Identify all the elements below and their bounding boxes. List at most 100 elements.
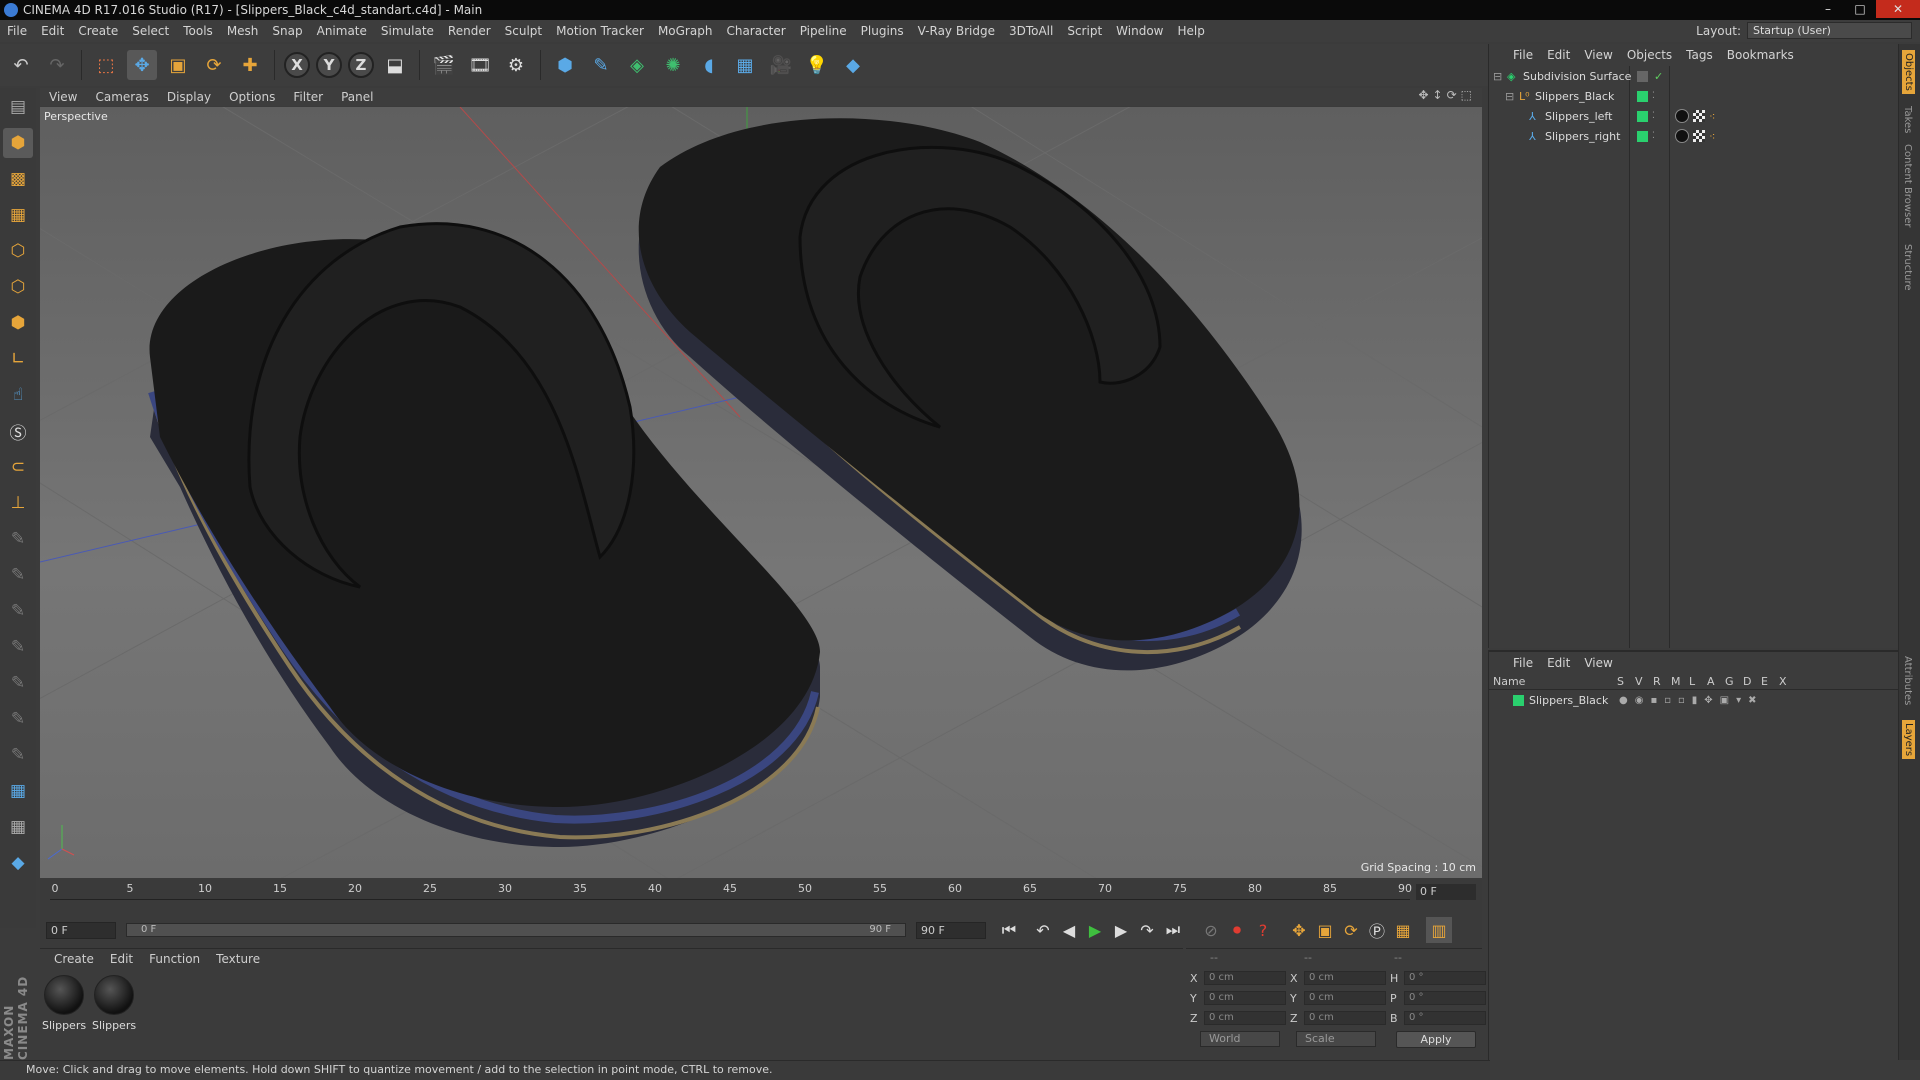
minimize-button[interactable]: – (1812, 0, 1844, 18)
sculpt-flatten-icon[interactable]: ✎ (3, 632, 33, 662)
layer-color-swatch[interactable] (1637, 90, 1648, 102)
layer-row[interactable]: Slippers_Black ●◉▪▫▫▮✥▣▾✖ (1489, 690, 1898, 710)
objects-menu-objects[interactable]: Objects (1627, 48, 1672, 62)
material-menu-texture[interactable]: Texture (216, 952, 260, 966)
objects-menu-tags[interactable]: Tags (1686, 48, 1713, 62)
render-view-icon[interactable]: 🎬 (429, 50, 459, 80)
objects-menu-file[interactable]: File (1513, 48, 1533, 62)
object-row[interactable]: ⅄ Slippers_left ⁚ ⁖ (1489, 106, 1898, 126)
position-z-field[interactable]: 0 cm (1204, 1011, 1286, 1025)
previous-key-icon[interactable]: ↶ (1030, 917, 1056, 943)
objects-menu-edit[interactable]: Edit (1547, 48, 1570, 62)
record-active-objects-icon[interactable]: ⊘ (1198, 917, 1224, 943)
key-rotation-icon[interactable]: ⟳ (1338, 917, 1364, 943)
key-pla-icon[interactable]: ▦ (1390, 917, 1416, 943)
key-parameter-icon[interactable]: Ⓟ (1364, 917, 1390, 943)
layer-color-swatch[interactable] (1637, 130, 1648, 142)
rotate-tool-icon[interactable]: ⟳ (199, 50, 229, 80)
viewport-menu-filter[interactable]: Filter (284, 90, 332, 104)
model-mode-icon[interactable]: ⬢ (3, 128, 33, 158)
coordinate-system-icon[interactable]: ⬓ (380, 50, 410, 80)
polygons-mode-icon[interactable]: ⬢ (3, 308, 33, 338)
menu-sculpt[interactable]: Sculpt (498, 20, 549, 42)
timeline-window-icon[interactable]: ▥ (1426, 917, 1452, 943)
menu-window[interactable]: Window (1109, 20, 1170, 42)
deformer-icon[interactable]: ◖ (694, 50, 724, 80)
menu-simulate[interactable]: Simulate (374, 20, 441, 42)
menu-character[interactable]: Character (719, 20, 792, 42)
rotation-h-field[interactable]: 0 ° (1404, 971, 1486, 985)
layer-color-swatch[interactable] (1637, 110, 1648, 122)
apply-button[interactable]: Apply (1396, 1031, 1476, 1048)
objects-menu-view[interactable]: View (1584, 48, 1612, 62)
add-tool-icon[interactable]: ✚ (235, 50, 265, 80)
solo-mode-icon[interactable]: Ⓢ (3, 416, 33, 446)
viewport-3d[interactable]: Perspective Grid Spacing : 10 cm (40, 107, 1482, 878)
previous-frame-icon[interactable]: ◀ (1056, 917, 1082, 943)
menu-render[interactable]: Render (441, 20, 498, 42)
viewport-menu-panel[interactable]: Panel (332, 90, 382, 104)
floor-icon[interactable]: ▦ (730, 50, 760, 80)
subdivision-surface-icon[interactable]: ◈ (622, 50, 652, 80)
rotation-p-field[interactable]: 0 ° (1404, 991, 1486, 1005)
layers-menu-view[interactable]: View (1584, 656, 1612, 670)
go-to-end-icon[interactable]: ⏭ (1160, 917, 1186, 943)
layer-toggle-icons[interactable]: ●◉▪▫▫▮✥▣▾✖ (1619, 695, 1764, 706)
menu-create[interactable]: Create (71, 20, 125, 42)
position-x-field[interactable]: 0 cm (1204, 971, 1286, 985)
layer-color-swatch[interactable] (1513, 694, 1524, 706)
menu-select[interactable]: Select (125, 20, 176, 42)
next-frame-icon[interactable]: ▶ (1108, 917, 1134, 943)
size-x-field[interactable]: 0 cm (1304, 971, 1386, 985)
collapse-icon[interactable]: ⊟ (1505, 90, 1514, 103)
material-menu-function[interactable]: Function (149, 952, 200, 966)
spline-pen-icon[interactable]: ✎ (586, 50, 616, 80)
sculpt-inflate-icon[interactable]: ✎ (3, 668, 33, 698)
viewport-menu-view[interactable]: View (40, 90, 86, 104)
viewport-menu-options[interactable]: Options (220, 90, 284, 104)
viewport-navigation-icons[interactable]: ✥↕⟳⬚ (1418, 88, 1476, 102)
autokeying-icon[interactable]: ⏺ (1224, 917, 1250, 943)
close-button[interactable]: ✕ (1876, 0, 1920, 18)
make-editable-icon[interactable]: ▤ (3, 92, 33, 122)
points-mode-icon[interactable]: ⬡ (3, 236, 33, 266)
uvw-tag-icon[interactable] (1693, 110, 1705, 122)
render-picture-viewer-icon[interactable]: 🎞 (465, 50, 495, 80)
tab-content-browser[interactable]: Content Browser (1902, 144, 1913, 227)
menu-mograph[interactable]: MoGraph (651, 20, 720, 42)
material-tag-icon[interactable] (1675, 129, 1689, 143)
preview-range-slider[interactable]: 0 F 90 F (126, 923, 906, 937)
phong-tag-icon[interactable]: ⁖ (1709, 110, 1715, 123)
end-frame-field[interactable]: 90 F (916, 921, 986, 939)
sculpt-smooth-icon[interactable]: ✎ (3, 596, 33, 626)
tweak-mode-icon[interactable]: ☝ (3, 380, 33, 410)
material-swatch[interactable]: Slippers (42, 975, 86, 1032)
light-icon[interactable]: 💡 (802, 50, 832, 80)
camera-label[interactable]: Perspective (44, 110, 108, 123)
python-icon[interactable]: ◆ (838, 50, 868, 80)
viewport-menu-cameras[interactable]: Cameras (86, 90, 157, 104)
cube-primitive-icon[interactable]: ⬢ (550, 50, 580, 80)
live-selection-icon[interactable]: ⬚ (91, 50, 121, 80)
tab-attributes[interactable]: Attributes (1902, 656, 1913, 705)
go-to-start-icon[interactable]: ⏮ (996, 917, 1022, 943)
tab-objects[interactable]: Objects (1902, 50, 1915, 94)
object-row[interactable]: ⊟ L⁰ Slippers_Black ⁚ (1489, 86, 1898, 106)
current-frame-field[interactable]: 0 F (1416, 884, 1476, 900)
uvw-tag-icon[interactable] (1693, 130, 1705, 142)
material-tag-icon[interactable] (1675, 109, 1689, 123)
texture-mode-icon[interactable]: ▩ (3, 164, 33, 194)
axis-lock-icon[interactable]: ⊥ (3, 488, 33, 518)
grid-lock-icon[interactable]: ▦ (3, 776, 33, 806)
key-scale-icon[interactable]: ▣ (1312, 917, 1338, 943)
move-tool-icon[interactable]: ✥ (127, 50, 157, 80)
visibility-dots-icon[interactable]: ⁚ (1652, 131, 1655, 141)
phong-tag-icon[interactable]: ⁖ (1709, 130, 1715, 143)
layout-select[interactable]: Startup (User) (1747, 22, 1912, 39)
x-axis-lock-icon[interactable]: X (284, 52, 310, 78)
object-row[interactable]: ⊟ ◈ Subdivision Surface ✓ (1489, 66, 1898, 86)
menu-vray-bridge[interactable]: V-Ray Bridge (911, 20, 1002, 42)
material-menu-create[interactable]: Create (54, 952, 94, 966)
z-axis-lock-icon[interactable]: Z (348, 52, 374, 78)
scale-tool-icon[interactable]: ▣ (163, 50, 193, 80)
